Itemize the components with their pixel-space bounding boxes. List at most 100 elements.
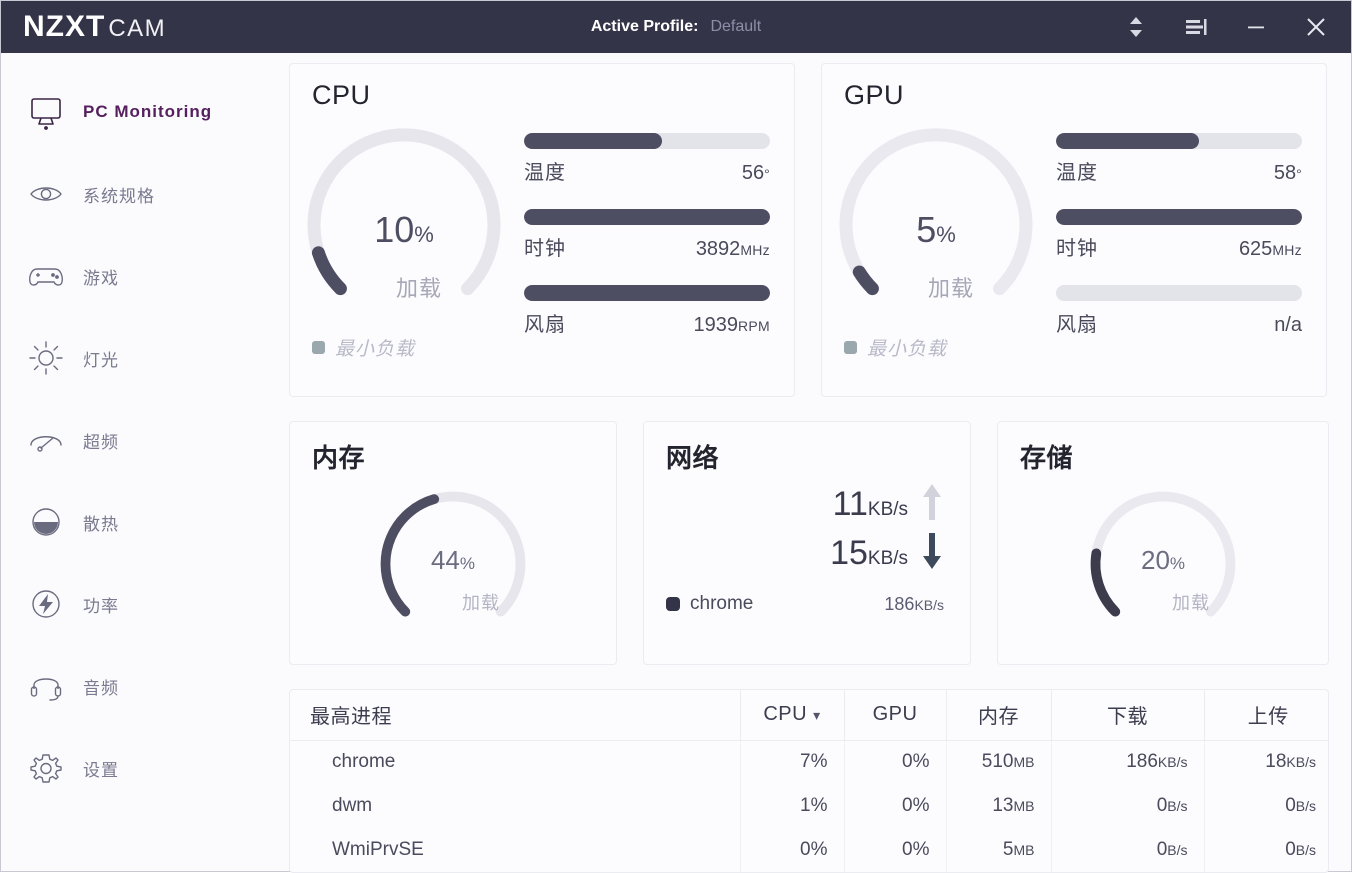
nzxt-cam-window: NZXT CAM Active Profile: Default PC Moni… — [0, 0, 1352, 873]
cpu-gauge-area: 10% 加载 最小负载 — [290, 111, 518, 381]
process-upload: 0B/s — [1203, 828, 1328, 872]
gpu-temp-bar — [1056, 133, 1302, 149]
gpu-fan-value: n/a — [1274, 314, 1302, 336]
sidebar-item-overclocking[interactable]: 超频 — [1, 399, 289, 481]
cpu-temp-bar — [524, 133, 770, 149]
sidebar: PC Monitoring 系统规格 游戏 灯光 超频 散热 功率 音频 设置 — [1, 53, 289, 871]
app-logo: NZXT CAM — [23, 10, 166, 44]
sidebar-item-label: 音频 — [83, 678, 119, 698]
sidebar-item-cooling[interactable]: 散热 — [1, 481, 289, 563]
cpu-clock-bar — [524, 209, 770, 225]
sidebar-item-label: PC Monitoring — [83, 102, 213, 121]
process-cpu: 1% — [739, 784, 844, 828]
sidebar-item-games[interactable]: 游戏 — [1, 235, 289, 317]
network-rates: 11KB/s 15KB/s — [644, 475, 970, 577]
sidebar-item-settings[interactable]: 设置 — [1, 727, 289, 809]
process-upload: 0B/s — [1203, 784, 1328, 828]
gpu-gauge-area: 5% 加载 最小负载 — [822, 111, 1050, 381]
cpu-load-gauge: 10% 加载 — [304, 125, 504, 325]
gpu-card-title: GPU — [844, 80, 905, 110]
sidebar-item-label: 超频 — [83, 432, 119, 452]
arrow-up-icon — [920, 481, 944, 528]
cpu-temp-value: 56° — [741, 162, 770, 184]
gpu-fan-bar — [1056, 285, 1302, 301]
chevron-up-down-icon[interactable] — [1119, 10, 1153, 44]
gpu-clock-value: 625MHz — [1238, 238, 1302, 260]
gpu-gauge-caption: 加载 — [928, 276, 975, 301]
sidebar-item-power[interactable]: 功率 — [1, 563, 289, 645]
memory-gauge: 44% 加载 — [378, 489, 528, 639]
process-memory: 13MB — [945, 784, 1051, 828]
close-icon[interactable] — [1299, 10, 1333, 44]
network-app-name: chrome — [690, 593, 754, 614]
cpu-gauge-percent: 10% — [374, 209, 434, 250]
memory-card: 内存 44% 加载 — [289, 421, 618, 665]
cooling-icon — [23, 503, 69, 541]
active-profile-label: Active Profile: — [590, 18, 699, 35]
memory-gauge-percent: 44% — [430, 545, 476, 575]
table-row[interactable]: dwm 1% 0% 13MB 0B/s 0B/s — [290, 784, 1328, 828]
network-app-value: 186KB/s — [884, 593, 945, 614]
network-top-app: chrome 186KB/s — [644, 577, 970, 615]
eye-icon — [23, 175, 69, 213]
cpu-card-title: CPU — [312, 80, 371, 110]
legend-dot-icon — [844, 341, 857, 354]
gpu-load-gauge: 5% 加载 — [836, 125, 1036, 325]
table-header-row: 最高进程 CPU ▾ GPU 内存 下载 上传 — [290, 690, 1328, 741]
storage-card: 存储 20% 加载 — [997, 421, 1330, 665]
gpu-legend-text: 最小负载 — [867, 339, 948, 360]
sidebar-item-pc-monitoring[interactable]: PC Monitoring — [1, 71, 289, 153]
storage-gauge: 20% 加载 — [1088, 489, 1238, 639]
network-download-row: 15KB/s — [644, 530, 944, 577]
cpu-card: CPU 10% 加载 最小负载 温度 56° 时钟 3892MHz 风扇 193… — [289, 63, 795, 397]
process-name: WmiPrvSE — [332, 839, 424, 860]
chevron-down-icon: ▾ — [813, 707, 821, 724]
sidebar-item-label: 系统规格 — [83, 186, 155, 206]
gpu-fan-label: 风扇 — [1056, 314, 1098, 336]
cpu-gauge-caption: 加载 — [396, 276, 443, 301]
column-header-upload[interactable]: 上传 — [1203, 690, 1328, 741]
network-upload-value: 11KB/s — [832, 485, 909, 523]
logo-nzxt: NZXT — [23, 10, 106, 43]
titlebar-controls — [1119, 10, 1333, 44]
cpu-temp-label: 温度 — [524, 162, 566, 184]
column-header-process[interactable]: 最高进程 — [290, 690, 740, 741]
menu-icon[interactable] — [1179, 10, 1213, 44]
cpu-clock-label: 时钟 — [524, 238, 566, 260]
memory-gauge-caption: 加载 — [462, 593, 500, 613]
sidebar-item-label: 灯光 — [83, 350, 119, 370]
table-row[interactable]: WmiPrvSE 0% 0% 5MB 0B/s 0B/s — [290, 828, 1328, 872]
column-header-memory[interactable]: 内存 — [945, 690, 1051, 741]
middle-cards-row: 内存 44% 加载 网络 11KB/s 15KB/s chrome 186KB/… — [289, 421, 1330, 665]
storage-card-title: 存储 — [1020, 443, 1074, 473]
process-gpu: 0% — [843, 828, 946, 872]
top-cards-row: CPU 10% 加载 最小负载 温度 56° 时钟 3892MHz 风扇 193… — [289, 63, 1329, 397]
table-row[interactable]: chrome 7% 0% 510MB 186KB/s 18KB/s — [290, 740, 1328, 784]
column-header-gpu[interactable]: GPU — [843, 690, 946, 741]
process-download: 0B/s — [1050, 784, 1204, 828]
process-gpu: 0% — [843, 740, 946, 784]
gpu-gauge-percent: 5% — [916, 209, 956, 250]
process-download: 0B/s — [1050, 828, 1204, 872]
gpu-temp-value: 58° — [1273, 162, 1302, 184]
gpu-temp-label: 温度 — [1056, 162, 1098, 184]
cpu-stat-temperature: 温度 56° — [524, 133, 770, 185]
sidebar-item-lighting[interactable]: 灯光 — [1, 317, 289, 399]
cpu-fan-value: 1939RPM — [693, 314, 770, 336]
process-name: chrome — [332, 751, 396, 773]
storage-gauge-percent: 20% — [1140, 545, 1186, 575]
minimize-icon[interactable] — [1239, 10, 1273, 44]
sidebar-item-system-specs[interactable]: 系统规格 — [1, 153, 289, 235]
network-card: 网络 11KB/s 15KB/s chrome 186KB/s — [643, 421, 972, 665]
network-download-value: 15KB/s — [830, 534, 909, 572]
gear-icon — [23, 749, 69, 787]
sidebar-item-label: 功率 — [83, 596, 119, 616]
gpu-card: GPU 5% 加载 最小负载 温度 58° 时钟 625MHz 风扇 n/a — [821, 63, 1327, 397]
monitor-icon — [23, 93, 69, 131]
network-app-dot-icon — [666, 597, 681, 611]
column-header-cpu[interactable]: CPU ▾ — [739, 690, 844, 741]
cpu-fan-bar — [524, 285, 770, 301]
active-profile-value[interactable]: Default — [710, 18, 761, 36]
column-header-download[interactable]: 下载 — [1050, 690, 1204, 741]
sidebar-item-audio[interactable]: 音频 — [1, 645, 289, 727]
